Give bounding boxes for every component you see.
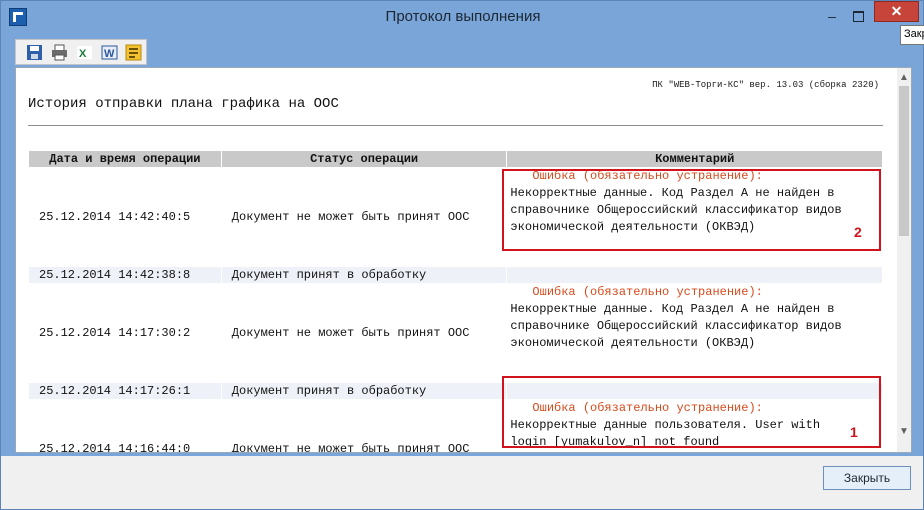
close-button[interactable]: Закрыть xyxy=(823,466,911,490)
title-bar: Протокол выполнения ‒ ✕ xyxy=(1,1,924,33)
close-tooltip: Закр xyxy=(900,25,924,45)
table-row: 25.12.2014 14:42:38:8 Документ принят в … xyxy=(28,266,883,284)
header-comment: Комментарий xyxy=(506,150,883,168)
title-divider xyxy=(28,125,883,126)
annotation-box-1 xyxy=(502,376,881,448)
maximize-button[interactable] xyxy=(847,7,869,25)
row-datetime: 25.12.2014 14:17:26:1 xyxy=(28,382,222,400)
comment-line: Некорректные данные. Код Раздел А не най… xyxy=(510,302,835,316)
window-close-button[interactable]: ✕ xyxy=(874,1,919,22)
export-icon[interactable] xyxy=(125,44,142,61)
row-datetime: 25.12.2014 14:17:30:2 xyxy=(28,283,222,383)
annotation-box-2 xyxy=(502,169,881,251)
toolbar: X W xyxy=(15,39,147,65)
footer-bar xyxy=(1,456,923,509)
row-datetime: 25.12.2014 14:16:44:0 xyxy=(28,399,222,452)
report-viewer[interactable]: ПК "WEB-Торги-КС" вер. 13.03 (сборка 232… xyxy=(15,67,912,453)
scroll-up-icon[interactable]: ▲ xyxy=(899,72,909,83)
row-comment xyxy=(506,266,883,284)
row-status: Документ принят в обработку xyxy=(220,382,508,400)
dialog-window: Протокол выполнения ‒ ✕ Закр X W ПК "WEB… xyxy=(0,0,924,510)
table-header-row: Дата и время операции Статус операции Ко… xyxy=(28,150,883,168)
word-icon[interactable]: W xyxy=(101,44,118,61)
header-datetime: Дата и время операции xyxy=(28,150,222,168)
row-status: Документ не может быть принят ООС xyxy=(220,399,508,452)
comment-line: экономической деятельности (ОКВЭД) xyxy=(510,336,756,350)
report-document: ПК "WEB-Торги-КС" вер. 13.03 (сборка 232… xyxy=(16,68,897,452)
excel-icon[interactable]: X xyxy=(76,44,93,61)
comment-line: справочнике Общероссийский классификатор… xyxy=(510,319,842,333)
svg-text:X: X xyxy=(79,48,87,60)
print-icon[interactable] xyxy=(51,44,68,61)
minimize-button[interactable]: ‒ xyxy=(821,7,843,25)
save-icon[interactable] xyxy=(26,44,43,61)
report-title: История отправки плана графика на ООС xyxy=(28,96,339,112)
vertical-scrollbar[interactable]: ▲ ▼ xyxy=(897,68,911,452)
row-datetime: 25.12.2014 14:42:38:8 xyxy=(28,266,222,284)
row-status: Документ принят в обработку xyxy=(220,266,508,284)
row-status: Документ не может быть принят ООС xyxy=(220,283,508,383)
scroll-down-icon[interactable]: ▼ xyxy=(899,426,909,437)
scroll-thumb[interactable] xyxy=(899,86,909,236)
annotation-number-1: 1 xyxy=(850,424,858,440)
header-status: Статус операции xyxy=(220,150,508,168)
row-comment: Ошибка (обязательно устранение): Некорре… xyxy=(506,283,883,383)
error-label: Ошибка (обязательно устранение): xyxy=(532,285,763,299)
version-label: ПК "WEB-Торги-КС" вер. 13.03 (сборка 232… xyxy=(652,80,879,90)
svg-text:W: W xyxy=(104,48,115,60)
annotation-number-2: 2 xyxy=(854,224,862,240)
row-status: Документ не может быть принят ООС xyxy=(220,167,508,267)
table-row: 25.12.2014 14:17:30:2 Документ не может … xyxy=(28,283,883,383)
row-datetime: 25.12.2014 14:42:40:5 xyxy=(28,167,222,267)
window-title: Протокол выполнения xyxy=(385,8,541,25)
